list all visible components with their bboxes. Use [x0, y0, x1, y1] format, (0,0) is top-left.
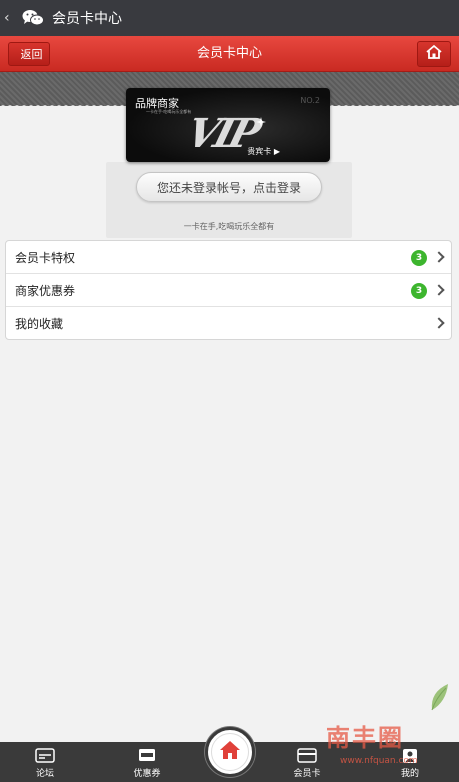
menu-item-label: 会员卡特权: [15, 250, 76, 265]
menu-item-label: 我的收藏: [15, 317, 64, 331]
watermark-url: www.nfquan.com: [340, 756, 418, 766]
chevron-right-icon: [433, 317, 445, 329]
count-badge: 3: [411, 283, 427, 299]
card-brand-sub: 一卡在手·吃喝玩乐全都有: [146, 109, 192, 114]
leaf-icon: [426, 680, 452, 718]
menu-item-favorites[interactable]: 我的收藏: [6, 307, 451, 340]
center-home-inner: [211, 733, 249, 771]
tab-coupons[interactable]: 优惠券: [112, 742, 182, 782]
page-header: 返回 会员卡中心: [0, 36, 459, 72]
page-title: 会员卡中心: [196, 46, 262, 61]
login-button[interactable]: 您还未登录帐号，点击登录: [136, 172, 322, 202]
forum-icon: [35, 748, 55, 766]
card-type-label: 贵宾卡 ▶: [247, 147, 280, 156]
member-card-section: 品牌商家 一卡在手·吃喝玩乐全都有 NO.2 VIP 贵宾卡 ▶ 您还未登录帐号…: [0, 72, 459, 240]
chevron-right-icon: [433, 251, 445, 263]
coupon-icon: [138, 748, 156, 765]
menu-list: 会员卡特权 3 商家优惠券 3 我的收藏: [5, 240, 452, 340]
home-icon: [425, 44, 443, 64]
count-badge: 3: [411, 250, 427, 266]
wechat-logo-icon: [22, 9, 44, 27]
center-home-button[interactable]: [205, 727, 255, 777]
tab-forum[interactable]: 论坛: [10, 742, 80, 782]
home-icon: [219, 740, 241, 764]
menu-item-coupons[interactable]: 商家优惠券 3: [6, 274, 451, 307]
home-button[interactable]: [417, 41, 451, 67]
menu-item-label: 商家优惠券: [15, 283, 76, 298]
wechat-title: 会员卡中心: [52, 11, 122, 27]
card-corner-text: NO.2: [300, 96, 320, 105]
tab-label: 论坛: [35, 769, 54, 779]
wechat-title-bar: ‹ 会员卡中心: [0, 0, 459, 36]
menu-item-privileges[interactable]: 会员卡特权 3: [6, 241, 451, 274]
watermark-text: 南丰圈: [326, 724, 404, 752]
sparkle-icon: [256, 112, 266, 127]
watermark: 南丰圈 www.nfquan.com: [326, 684, 456, 780]
tab-label: 优惠券: [133, 769, 161, 779]
card-slogan: 一卡在手,吃喝玩乐全都有: [183, 222, 275, 231]
card-icon: [297, 748, 317, 766]
chevron-right-icon: [433, 284, 445, 296]
vip-card[interactable]: 品牌商家 一卡在手·吃喝玩乐全都有 NO.2 VIP 贵宾卡 ▶: [126, 88, 330, 162]
wechat-back-button[interactable]: ‹: [4, 10, 18, 26]
